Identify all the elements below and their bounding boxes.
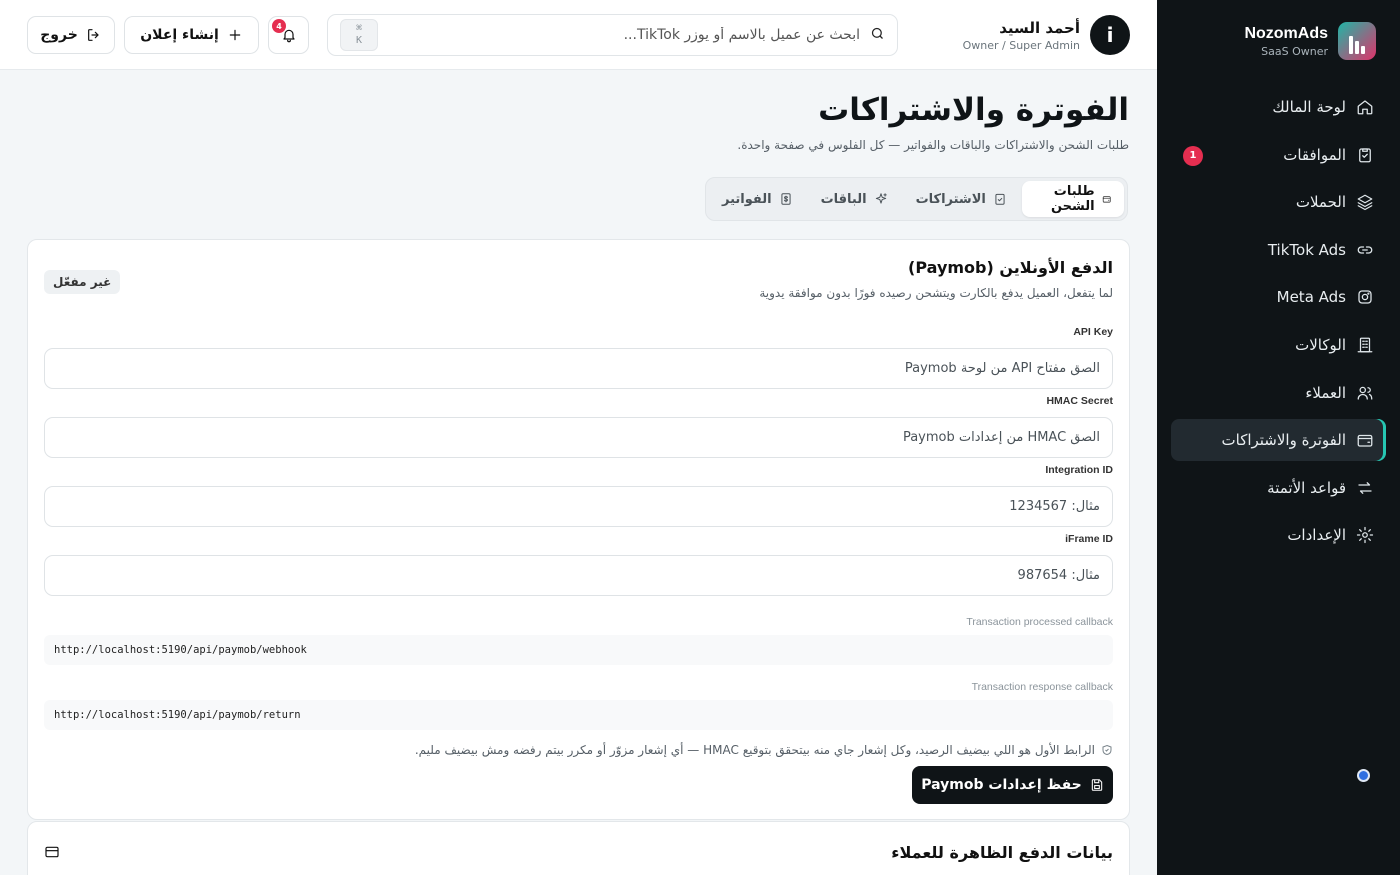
wallet-icon <box>1102 196 1111 203</box>
create-ad-label: إنشاء إعلان <box>140 27 219 43</box>
iframe-id-label: iFrame ID <box>1065 533 1113 545</box>
sidebar-item-label: العملاء <box>1305 383 1346 402</box>
sidebar-item-tiktok-ads[interactable]: TikTok Ads <box>1171 229 1386 271</box>
sidebar-item-label: الحملات <box>1295 193 1346 212</box>
avatar: i <box>1090 15 1130 55</box>
link-icon <box>1356 241 1374 259</box>
sidebar-item-settings[interactable]: الإعدادات <box>1171 514 1386 556</box>
hmac-secret-label: HMAC Secret <box>1046 395 1113 407</box>
user-name: أحمد السيد <box>999 18 1080 37</box>
save-paymob-label: حفظ إعدادات Paymob <box>921 777 1082 793</box>
save-paymob-button[interactable]: حفظ إعدادات Paymob <box>912 766 1113 804</box>
response-callback-url[interactable]: http://localhost:5190/api/paymob/return <box>44 700 1113 730</box>
hmac-secret-input[interactable] <box>44 417 1113 458</box>
credit-card-icon <box>44 844 60 864</box>
tab-label: الباقات <box>820 191 867 207</box>
security-note: الرابط الأول هو اللي بيضيف الرصيد، وكل إ… <box>415 743 1113 757</box>
sidebar-item-clients[interactable]: العملاء <box>1171 372 1386 414</box>
receipt-icon <box>780 193 791 205</box>
gear-icon <box>1356 526 1374 544</box>
sidebar-item-billing[interactable]: الفوترة والاشتراكات <box>1171 419 1386 462</box>
processed-callback-url[interactable]: http://localhost:5190/api/paymob/webhook <box>44 635 1113 665</box>
tab-packages[interactable]: الباقات <box>808 181 901 217</box>
sidebar-item-automation[interactable]: قواعد الأتمتة <box>1171 467 1386 509</box>
tab-label: الفواتير <box>722 191 772 207</box>
payment-info-card: بيانات الدفع الظاهرة للعملاء <box>27 821 1130 875</box>
keyboard-shortcut-hint: ⌘ K <box>340 19 378 51</box>
sidebar-item-agencies[interactable]: الوكالات <box>1171 324 1386 366</box>
wallet-icon <box>1356 431 1374 449</box>
sidebar-item-label: الوكالات <box>1295 335 1346 354</box>
clipboard-check-icon <box>1356 146 1374 164</box>
plus-icon <box>229 29 241 41</box>
brand[interactable]: NozomAds SaaS Owner <box>1244 22 1376 60</box>
tab-invoices[interactable]: الفواتير <box>709 181 806 217</box>
billing-tabs: طلبات الشحن الاشتراكات الباقات الفواتير <box>705 177 1128 221</box>
sidebar-item-label: TikTok Ads <box>1267 240 1346 259</box>
integration-id-input[interactable] <box>44 486 1113 527</box>
sidebar-item-label: الفوترة والاشتراكات <box>1221 431 1347 450</box>
tab-subscriptions[interactable]: الاشتراكات <box>903 181 1020 217</box>
connection-status-dot[interactable] <box>1357 769 1370 782</box>
sidebar-item-label: Meta Ads <box>1276 288 1346 307</box>
search-bar: ⌘ K <box>327 14 898 56</box>
integration-id-label: Integration ID <box>1045 464 1113 476</box>
building-icon <box>1356 336 1374 354</box>
repeat-icon <box>1356 479 1374 497</box>
tab-topup-requests[interactable]: طلبات الشحن <box>1021 181 1124 217</box>
logout-button[interactable]: خروج <box>27 16 115 54</box>
api-key-input[interactable] <box>44 348 1113 389</box>
search-icon <box>870 26 885 45</box>
processed-callback-label: Transaction processed callback <box>966 616 1113 628</box>
logout-label: خروج <box>40 27 78 43</box>
save-icon <box>1091 779 1102 791</box>
tab-label: طلبات الشحن <box>1050 184 1095 214</box>
user-role: Owner / Super Admin <box>962 38 1080 52</box>
sidebar-item-meta-ads[interactable]: Meta Ads <box>1171 276 1386 318</box>
paymob-settings-card: الدفع الأونلاين (Paymob) لما يتفعل، العم… <box>27 239 1130 820</box>
top-header: i أحمد السيد Owner / Super Admin ⌘ K 4 إ… <box>0 0 1157 70</box>
sidebar-item-label: الإعدادات <box>1287 526 1346 545</box>
user-profile[interactable]: i أحمد السيد Owner / Super Admin <box>963 15 1130 55</box>
create-ad-button[interactable]: إنشاء إعلان <box>124 16 259 54</box>
brand-name: NozomAds <box>1244 24 1328 42</box>
command-key-icon: ⌘ <box>355 23 363 34</box>
layers-icon <box>1356 193 1374 211</box>
iframe-id-input[interactable] <box>44 555 1113 596</box>
logout-icon <box>87 29 99 41</box>
page-title: الفوترة والاشتراكات <box>818 92 1129 128</box>
sidebar-item-label: قواعد الأتمتة <box>1267 478 1346 497</box>
tab-label: الاشتراكات <box>915 191 986 207</box>
paymob-subtitle: لما يتفعل، العميل يدفع بالكارت ويتشحن رص… <box>759 286 1113 300</box>
sidebar-item-label: الموافقات <box>1283 145 1346 164</box>
security-note-text: الرابط الأول هو اللي بيضيف الرصيد، وكل إ… <box>414 743 1095 757</box>
sidebar-nav: لوحة المالك الموافقات 1 الحملات TikTok A… <box>1171 86 1386 562</box>
shortcut-key: K <box>355 35 363 46</box>
api-key-label: API Key <box>1073 326 1113 338</box>
status-badge: غير مفعّل <box>44 270 121 294</box>
sidebar-item-campaigns[interactable]: الحملات <box>1171 181 1386 223</box>
shield-check-icon <box>1102 744 1112 756</box>
nozomads-logo-icon <box>1338 22 1376 60</box>
notifications-button[interactable]: 4 <box>268 16 309 54</box>
payment-info-title: بيانات الدفع الظاهرة للعملاء <box>891 843 1113 862</box>
response-callback-label: Transaction response callback <box>971 681 1113 693</box>
home-icon <box>1356 98 1374 116</box>
instagram-icon <box>1356 288 1374 306</box>
approvals-count-badge: 1 <box>1183 145 1203 166</box>
search-input[interactable] <box>388 27 860 43</box>
sidebar-item-approvals[interactable]: الموافقات 1 <box>1171 134 1386 176</box>
brand-subtitle: SaaS Owner <box>1261 44 1328 58</box>
sparkles-icon <box>875 193 887 204</box>
sidebar: NozomAds SaaS Owner لوحة المالك الموافقا… <box>1157 0 1400 875</box>
users-icon <box>1356 384 1374 402</box>
notifications-count-badge: 4 <box>272 19 286 33</box>
sidebar-item-label: لوحة المالك <box>1272 98 1346 116</box>
clipboard-check-icon <box>995 193 1005 205</box>
paymob-title: الدفع الأونلاين (Paymob) <box>908 258 1113 277</box>
sidebar-item-owner-dashboard[interactable]: لوحة المالك <box>1171 86 1386 128</box>
page-subtitle: طلبات الشحن والاشتراكات والباقات والفوات… <box>737 138 1129 152</box>
